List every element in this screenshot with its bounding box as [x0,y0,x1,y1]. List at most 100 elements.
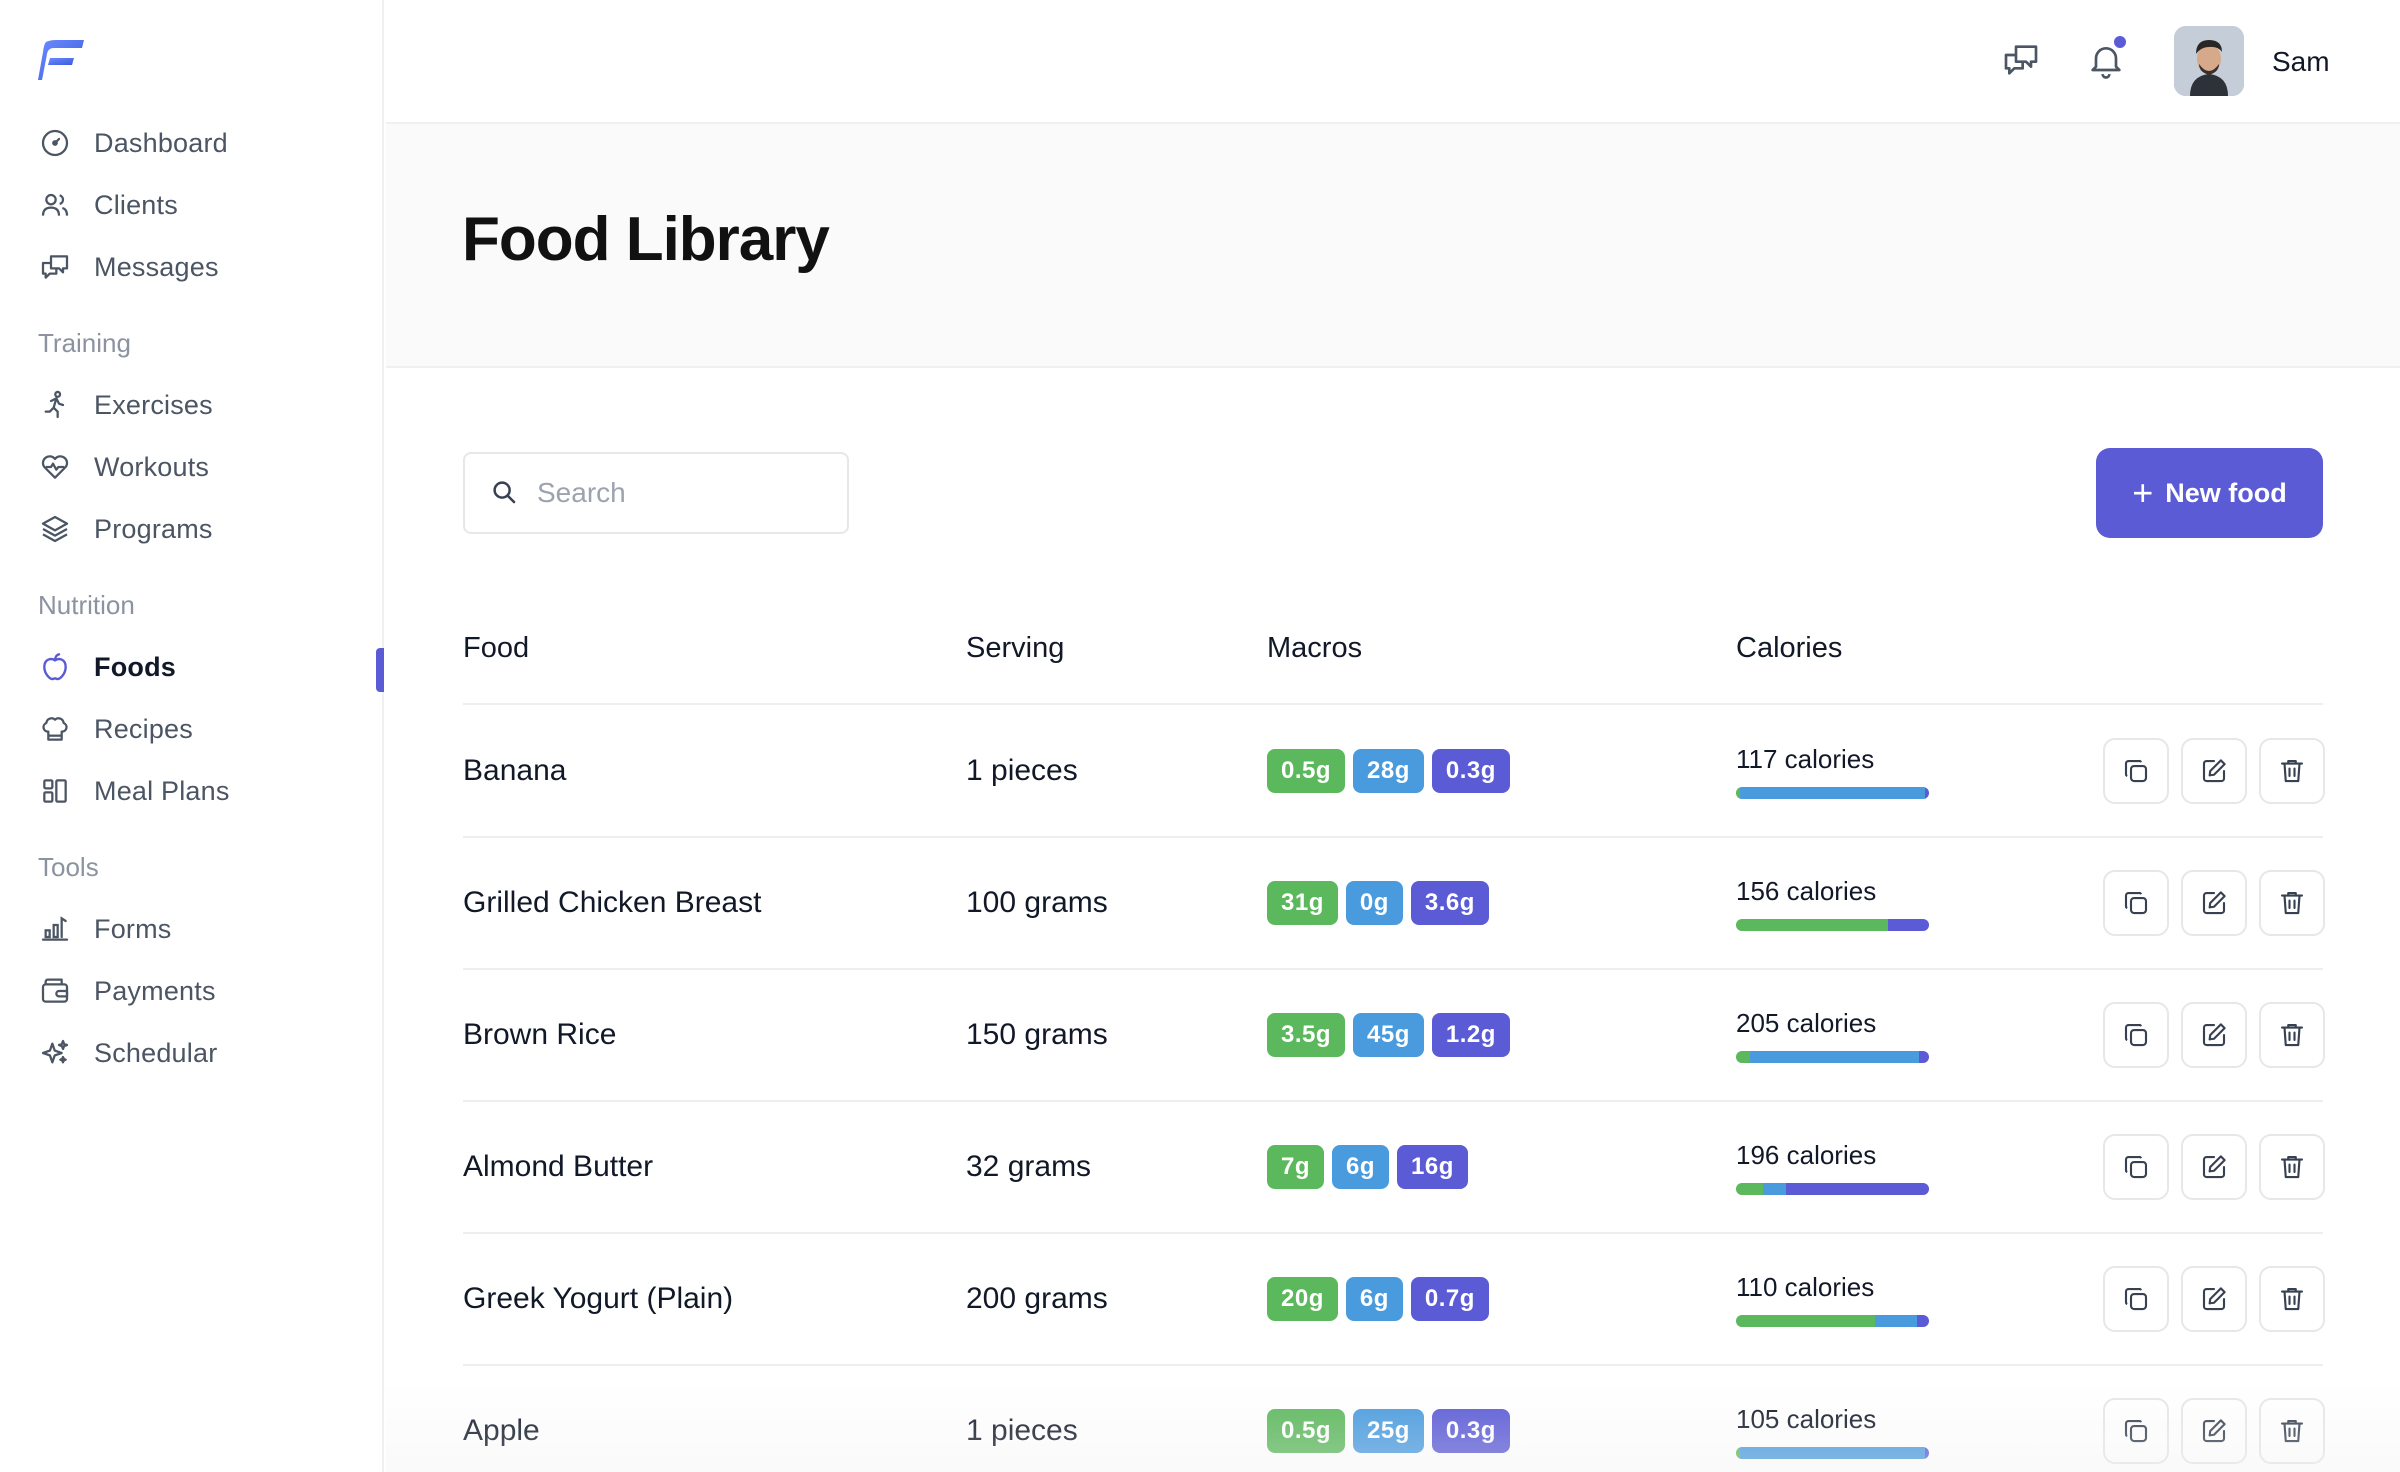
carbs-segment [1739,786,1926,799]
pencil-icon [2202,1023,2226,1047]
sidebar-item-schedular[interactable]: Schedular [38,1029,378,1077]
table-row[interactable]: Banana 1 pieces 0.5g 28g 0.3g 117 calori… [463,706,2325,838]
edit-button[interactable] [2181,1002,2247,1068]
sidebar-item-recipes[interactable]: Recipes [38,705,378,753]
plus-icon: + [2132,472,2154,513]
trash-icon [2280,1155,2304,1179]
search-icon [489,477,521,509]
carbs-segment [1739,1446,1926,1459]
carbs-badge: 6g [1345,1277,1403,1321]
carbs-segment [1749,1050,1920,1063]
page-title: Food Library [462,205,830,274]
delete-button[interactable] [2259,1398,2325,1464]
table-row[interactable]: Grilled Chicken Breast 100 grams 31g 0g … [463,838,2325,970]
header-divider [463,703,2323,705]
sparkles-icon [38,1036,72,1070]
table-row[interactable]: Greek Yogurt (Plain) 200 grams 20g 6g 0.… [463,1234,2325,1366]
carbs-badge: 0g [1345,881,1403,925]
edit-button[interactable] [2181,870,2247,936]
table-row[interactable]: Almond Butter 32 grams 7g 6g 16g 196 cal… [463,1102,2325,1234]
table-row[interactable]: Apple 1 pieces 0.5g 25g 0.3g 105 calorie… [463,1366,2325,1472]
sidebar-item-dashboard[interactable]: Dashboard [38,119,378,167]
sidebar-item-exercises[interactable]: Exercises [38,381,378,429]
sidebar-item-payments[interactable]: Payments [38,967,378,1015]
page-header: Food Library [386,124,2400,368]
calories-value: 117 calories [1736,743,1875,774]
chart-icon [38,912,72,946]
calories: 205 calories [1736,970,1929,1100]
user-name[interactable]: Sam [2272,46,2330,78]
duplicate-button[interactable] [2103,1266,2169,1332]
sidebar-item-label: Meal Plans [94,775,230,806]
duplicate-button[interactable] [2103,1398,2169,1464]
fat-segment [1888,918,1929,931]
macro-ratio-bar [1736,1050,1929,1063]
fat-segment [1917,1314,1929,1327]
column-header-calories: Calories [1736,632,1843,664]
trash-icon [2280,1023,2304,1047]
delete-button[interactable] [2259,1002,2325,1068]
edit-button[interactable] [2181,1134,2247,1200]
sidebar-item-clients[interactable]: Clients [38,181,378,229]
delete-button[interactable] [2259,1266,2325,1332]
food-name: Greek Yogurt (Plain) [463,1282,734,1315]
table-row[interactable]: Brown Rice 150 grams 3.5g 45g 1.2g 205 c… [463,970,2325,1102]
sidebar-item-programs[interactable]: Programs [38,505,378,553]
pencil-icon [2202,1419,2226,1443]
copy-icon [2124,891,2148,915]
delete-button[interactable] [2259,738,2325,804]
fitness-logo[interactable] [38,40,84,80]
duplicate-button[interactable] [2103,1002,2169,1068]
fat-badge: 0.3g [1431,749,1510,793]
sidebar-item-workouts[interactable]: Workouts [38,443,378,491]
macro-ratio-bar [1736,786,1929,799]
sidebar-item-messages[interactable]: Messages [38,243,378,291]
sidebar-item-forms[interactable]: Forms [38,905,378,953]
protein-segment [1736,1182,1764,1195]
calories: 110 calories [1736,1234,1929,1364]
avatar[interactable] [2174,26,2244,96]
row-actions [2103,870,2325,936]
section-label-nutrition: Nutrition [38,590,135,620]
grid-icon [38,774,72,808]
messages-icon[interactable] [1999,38,2043,82]
macros: 31g 0g 3.6g [1267,838,1489,968]
food-name: Grilled Chicken Breast [463,886,762,919]
edit-button[interactable] [2181,1398,2247,1464]
delete-button[interactable] [2259,870,2325,936]
copy-icon [2124,1155,2148,1179]
delete-button[interactable] [2259,1134,2325,1200]
new-food-button[interactable]: + New food [2096,448,2323,538]
duplicate-button[interactable] [2103,1134,2169,1200]
food-name: Banana [463,754,567,787]
search-box[interactable] [463,452,849,534]
calories-value: 156 calories [1736,875,1877,906]
carbs-badge: 45g [1353,1013,1424,1057]
sidebar-item-meal-plans[interactable]: Meal Plans [38,767,378,815]
duplicate-button[interactable] [2103,738,2169,804]
calories-value: 110 calories [1736,1271,1875,1302]
sidebar-item-foods[interactable]: Foods [38,643,378,691]
search-input[interactable] [537,477,837,509]
calories: 105 calories [1736,1366,1929,1472]
duplicate-button[interactable] [2103,870,2169,936]
runner-icon [38,388,72,422]
edit-button[interactable] [2181,1266,2247,1332]
pencil-icon [2202,1287,2226,1311]
carbs-badge: 25g [1353,1409,1424,1453]
top-bar: Sam [386,0,2400,124]
fat-segment [1925,1446,1929,1459]
notification-dot [2112,34,2128,50]
row-actions [2103,1134,2325,1200]
row-actions [2103,1266,2325,1332]
calories-value: 196 calories [1736,1139,1877,1170]
row-actions [2103,1002,2325,1068]
macros: 0.5g 28g 0.3g [1267,706,1510,836]
bell-icon[interactable] [2084,34,2128,82]
heart-pulse-icon [38,450,72,484]
serving-size: 200 grams [966,1282,1108,1315]
edit-button[interactable] [2181,738,2247,804]
copy-icon [2124,1419,2148,1443]
copy-icon [2124,759,2148,783]
serving-size: 32 grams [966,1150,1092,1183]
